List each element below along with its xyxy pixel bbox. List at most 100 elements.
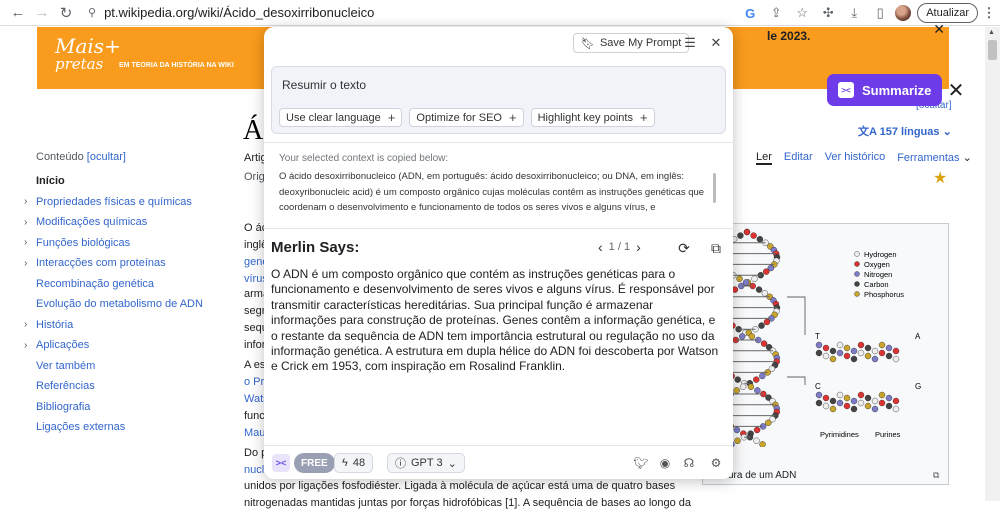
atom-mark [864,344,872,352]
support-headset-icon[interactable]: ☊ [680,454,698,472]
figure-label-t: T [815,332,820,341]
toc-item[interactable]: › Funções biológicas [24,233,224,254]
chip-clear-language[interactable]: Use clear language + [279,108,403,127]
atom-mark [857,341,865,349]
bookmark-star-icon[interactable]: ☆ [791,2,813,24]
atom-mark [738,333,746,340]
address-bar[interactable]: ⚲ pt.wikipedia.org/wiki/Ácido_desoxirrib… [88,2,838,24]
article-text-fragment[interactable]: Mau [244,425,265,442]
article-text-fragment: segr [244,305,266,317]
atom-mark [878,349,886,357]
chevron-right-icon[interactable]: › [24,196,36,207]
share-icon[interactable]: ⇪ [765,2,787,24]
figure-label-pyrimidines: Pyrimidines [820,430,859,439]
copy-icon[interactable]: ⧉ [706,238,726,258]
tab-edit[interactable]: Editar [784,151,813,165]
page-scrollbar[interactable]: ▲ [985,27,1000,501]
tab-read[interactable]: Ler [756,151,772,165]
toc-item[interactable]: › Interacções com proteínas [24,253,224,274]
model-select[interactable]: ⓘ GPT 3 ⌄ [387,453,465,473]
atom-mark [822,402,830,410]
banner-close-icon[interactable]: ✕ [933,21,945,38]
chip-key-points[interactable]: Highlight key points + [530,108,655,127]
article-paragraph: unidos por ligações fosfodiéster. Ligada… [244,480,692,509]
menu-icon[interactable]: ☰ [680,33,700,53]
atom-mark [733,387,740,394]
atom-mark [850,405,858,413]
back-arrow-icon[interactable]: ← [6,1,30,25]
article-text-fragment[interactable]: nucl [244,462,264,479]
scrollbar-thumb[interactable] [988,40,997,60]
chevron-right-icon[interactable]: › [24,237,36,248]
chevron-right-icon[interactable]: › [24,319,36,330]
prev-answer-icon[interactable]: ‹ [598,239,603,255]
toc-item[interactable]: › Modificações químicas [24,212,224,233]
enlarge-icon[interactable]: ⧉ [933,470,939,481]
tools-dropdown[interactable]: Ferramentas ⌄ [897,151,972,165]
figure-label-g: G [915,382,921,391]
discord-icon[interactable]: ◉ [656,454,674,472]
update-button[interactable]: Atualizar [917,3,978,23]
article-text-fragment[interactable]: o Pr [244,374,264,391]
toc-item[interactable]: › História [24,315,224,336]
legend-swatch [854,271,860,277]
scroll-up-icon[interactable]: ▲ [988,29,995,36]
toc-hide-link[interactable]: [ocultar] [87,151,126,163]
side-panel-icon[interactable]: ▯ [869,2,891,24]
atom-mark [850,347,858,355]
chevron-right-icon[interactable]: › [24,258,36,269]
page-actions: Ler Editar Ver histórico Ferramentas ⌄ [756,151,972,165]
atom-mark [850,355,858,363]
close-icon[interactable]: ✕ [706,33,726,53]
google-icon[interactable]: G [739,2,761,24]
atom-mark [843,402,851,410]
atom-mark [763,318,771,326]
profile-avatar[interactable] [895,5,912,21]
toc-item[interactable]: Ligações externas [24,417,224,438]
extensions-puzzle-icon[interactable]: ✣ [817,2,839,24]
forward-arrow-icon[interactable]: → [30,1,54,25]
chevron-right-icon[interactable]: › [24,340,36,351]
browser-menu-icon[interactable]: ⋮ [982,5,996,21]
atom-mark [836,391,844,399]
toc-item[interactable]: Ver também [24,356,224,377]
summarize-button[interactable]: >< Summarize [827,74,942,106]
atom-mark [829,397,837,405]
twitter-icon[interactable]: 🐦︎ [632,454,650,472]
atom-mark [763,268,770,275]
toc-item[interactable]: Recombinação genética [24,274,224,295]
atom-mark [753,426,761,434]
atom-mark [857,399,865,407]
chip-optimize-seo[interactable]: Optimize for SEO + [409,108,524,127]
save-prompt-button[interactable]: 🔖︎ Save My Prompt [573,33,690,53]
summarize-close-icon[interactable]: ✕ [945,79,967,102]
answer-title: Merlin Says: [271,239,360,256]
tab-history[interactable]: Ver histórico [825,151,886,165]
settings-gear-icon[interactable]: ⚙ [707,454,725,472]
divider [264,142,733,143]
atom-mark [822,344,830,352]
download-icon[interactable]: ⤓ [843,2,865,24]
banner-logo: Mais+ pretas [55,34,121,73]
model-icon: ⓘ [395,458,406,470]
plan-badge[interactable]: FREE [294,453,335,473]
prompt-input[interactable]: Resumir o texto Use clear language + Opti… [271,66,726,134]
next-answer-icon[interactable]: › [636,239,641,255]
site-info-icon[interactable]: ⚲ [88,6,96,19]
atom-mark [892,355,900,363]
toc-item[interactable]: › Aplicações [24,335,224,356]
toc-item[interactable]: › Propriedades físicas e químicas [24,192,224,213]
reload-icon[interactable]: ↻ [54,1,78,25]
regenerate-icon[interactable]: ⟳ [674,238,694,258]
legend-swatch [854,281,860,287]
toc-item[interactable]: Evolução do metabolismo de ADN [24,294,224,315]
toc-item[interactable]: Bibliografia [24,397,224,418]
toc-item[interactable]: Início [24,171,224,192]
languages-button[interactable]: 文A 157 línguas ⌄ [858,123,952,139]
chevron-right-icon[interactable]: › [24,217,36,228]
toc-item[interactable]: Referências [24,376,224,397]
context-scrollbar[interactable] [713,173,716,203]
dna-figure[interactable]: Hydrogen Oxygen Nitrogen Carbon Phosphorus T… [702,223,949,485]
credits-pill[interactable]: ϟ 48 [334,453,374,473]
banner-tagline: EM TEORIA DA HISTÓRIA NA WIKI [119,62,234,69]
